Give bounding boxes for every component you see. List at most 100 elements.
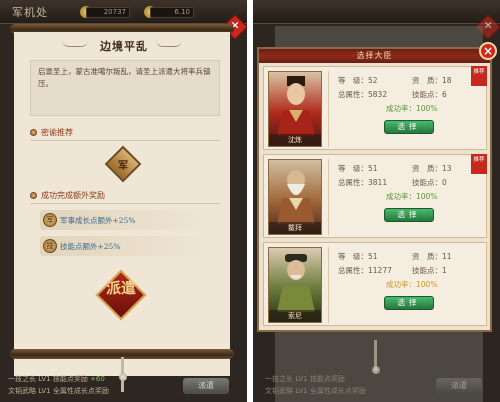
mission-description: 启禀圣上，蒙古准噶尔叛乱，请圣上派遣大将率兵镇压。 [30, 60, 220, 116]
close-icon: × [483, 18, 493, 32]
select-general-button[interactable]: 选择 [384, 296, 434, 310]
select-general-button[interactable]: 选择 [384, 208, 434, 222]
stat-value: 0 [442, 178, 447, 187]
success-rate: 成功率：100% [386, 103, 437, 114]
stat-label: 总属性： [338, 90, 368, 99]
bonus-footer-line: 一技之长 LV1 技能点奖励 [265, 375, 345, 383]
dialog-title: 选择大臣 [356, 51, 393, 60]
stat-label: 总属性： [338, 178, 368, 187]
divider [328, 71, 329, 147]
stat-value: 51 [368, 164, 378, 173]
stat-value: 13 [442, 164, 452, 173]
level-stat: 等 级：52 [338, 75, 378, 86]
recommend-badge: 推荐 [471, 66, 487, 86]
page-title: 军机处 [12, 6, 48, 19]
bullet-icon [30, 129, 37, 136]
general-card: 沈炼 等 级：52 资 质：18 总属性：5832 技能点：6 成功率：100%… [263, 66, 487, 150]
bonus-item: 技 技能点额外+25% [40, 236, 210, 256]
general-portrait: 鳌拜 [268, 159, 322, 235]
level-stat: 等 级：51 [338, 163, 378, 174]
power-stat: 总属性：11277 [338, 265, 392, 276]
left-screen: 军机处 20737 6.10 × 边境平乱 启禀圣上，蒙古准噶尔叛乱，请圣上派遣… [0, 0, 247, 402]
tassel-bead-icon [372, 366, 380, 374]
divider [328, 159, 329, 235]
stat-label: 等 级： [338, 164, 368, 173]
stat-value: 6 [442, 90, 447, 99]
rate-label: 成功率： [386, 280, 416, 289]
general-figure-icon [277, 170, 315, 224]
stat-label: 技能点： [412, 266, 442, 275]
recommend-badge: 推荐 [471, 154, 487, 174]
top-resource-bar: 军机处 20737 6.10 [0, 0, 247, 24]
bonus-item: 军 军事成长点额外+25% [40, 210, 210, 230]
dispatch-stamp-label[interactable]: 派遣 [104, 281, 138, 296]
dialog-header: 选择大臣 [259, 49, 490, 63]
skill-stat: 技能点：6 [412, 89, 447, 100]
stat-value: 5832 [368, 90, 388, 99]
success-rate: 成功率：100% [386, 191, 437, 202]
general-card: 索尼 等 级：51 资 质：11 总属性：11277 技能点：1 成功率：100… [263, 242, 487, 326]
quality-stat: 资 质：18 [412, 75, 452, 86]
divider [30, 203, 220, 204]
general-figure-icon [277, 76, 315, 136]
recommend-header: 密谕推荐 [30, 127, 73, 138]
stat-label: 资 质： [412, 164, 442, 173]
stat-label: 总属性： [338, 266, 368, 275]
recommend-seal-text: 军 [118, 161, 128, 172]
bonus-header: 成功完成额外奖励 [30, 190, 105, 201]
bonus-footer-line: 一技之长 LV1 技能点奖励 +60 [8, 374, 105, 384]
bonus-footer-line: 文韬武略 LV1 全属性成长点奖励 [8, 387, 109, 395]
stat-label: 技能点： [412, 90, 442, 99]
stat-label: 等 级： [338, 252, 368, 261]
recommend-label: 密谕推荐 [41, 128, 73, 137]
success-rate: 成功率：100% [386, 279, 437, 290]
bonus-text: 军事成长点额外+25% [60, 215, 136, 225]
right-screen: × 选择大臣 沈炼 等 级：52 资 质：18 总属性：5832 技能点：6 成… [253, 0, 500, 402]
close-dialog-button[interactable]: × [479, 42, 497, 60]
stat-label: 资 质： [412, 252, 442, 261]
power-stat: 总属性：3811 [338, 177, 387, 188]
dispatch-button: 派遣 [436, 378, 482, 394]
quality-stat: 资 质：13 [412, 163, 452, 174]
cloud-ornament [156, 40, 182, 47]
bonus-text: 技能点额外+25% [60, 241, 121, 251]
general-portrait: 沈炼 [268, 71, 322, 147]
footer-text: 一技之长 LV1 技能点奖励 [8, 375, 91, 383]
stat-value: 51 [368, 252, 378, 261]
stat-value: 18 [442, 76, 452, 85]
level-stat: 等 级：51 [338, 251, 378, 262]
stat-value: 1 [442, 266, 447, 275]
rate-label: 成功率： [386, 104, 416, 113]
rate-value: 100% [416, 192, 438, 201]
power-stat: 总属性：5832 [338, 89, 387, 100]
select-general-dialog: 选择大臣 沈炼 等 级：52 资 质：18 总属性：5832 技能点：6 成功率… [257, 47, 492, 332]
general-portrait: 索尼 [268, 247, 322, 323]
general-figure-icon [277, 254, 315, 312]
footer-value: +60 [90, 375, 105, 383]
resource-silver: 20737 [86, 7, 130, 18]
rate-value: 100% [416, 280, 438, 289]
cloud-ornament [62, 40, 88, 47]
general-name: 索尼 [269, 310, 321, 322]
mission-title: 边境平乱 [100, 40, 148, 53]
skill-stat: 技能点：1 [412, 265, 447, 276]
skill-stat: 技能点：0 [412, 177, 447, 188]
stat-value: 11277 [368, 266, 392, 275]
rate-label: 成功率： [386, 192, 416, 201]
select-general-button[interactable]: 选择 [384, 120, 434, 134]
stat-value: 11 [442, 252, 452, 261]
tassel [121, 380, 124, 392]
general-name: 沈炼 [269, 134, 321, 146]
bonus-footer-line: 文韬武略 LV1 全属性成长点奖励 [265, 387, 366, 395]
bonus-label: 成功完成额外奖励 [41, 191, 105, 200]
stat-label: 技能点： [412, 178, 442, 187]
dispatch-button[interactable]: 派遣 [183, 378, 229, 394]
stat-label: 等 级： [338, 76, 368, 85]
stat-label: 资 质： [412, 76, 442, 85]
resource-gold: 6.10 [150, 7, 194, 18]
bullet-icon [30, 192, 37, 199]
quality-stat: 资 质：11 [412, 251, 452, 262]
skill-icon: 技 [43, 239, 57, 253]
divider [30, 140, 220, 141]
top-resource-bar [253, 0, 500, 24]
